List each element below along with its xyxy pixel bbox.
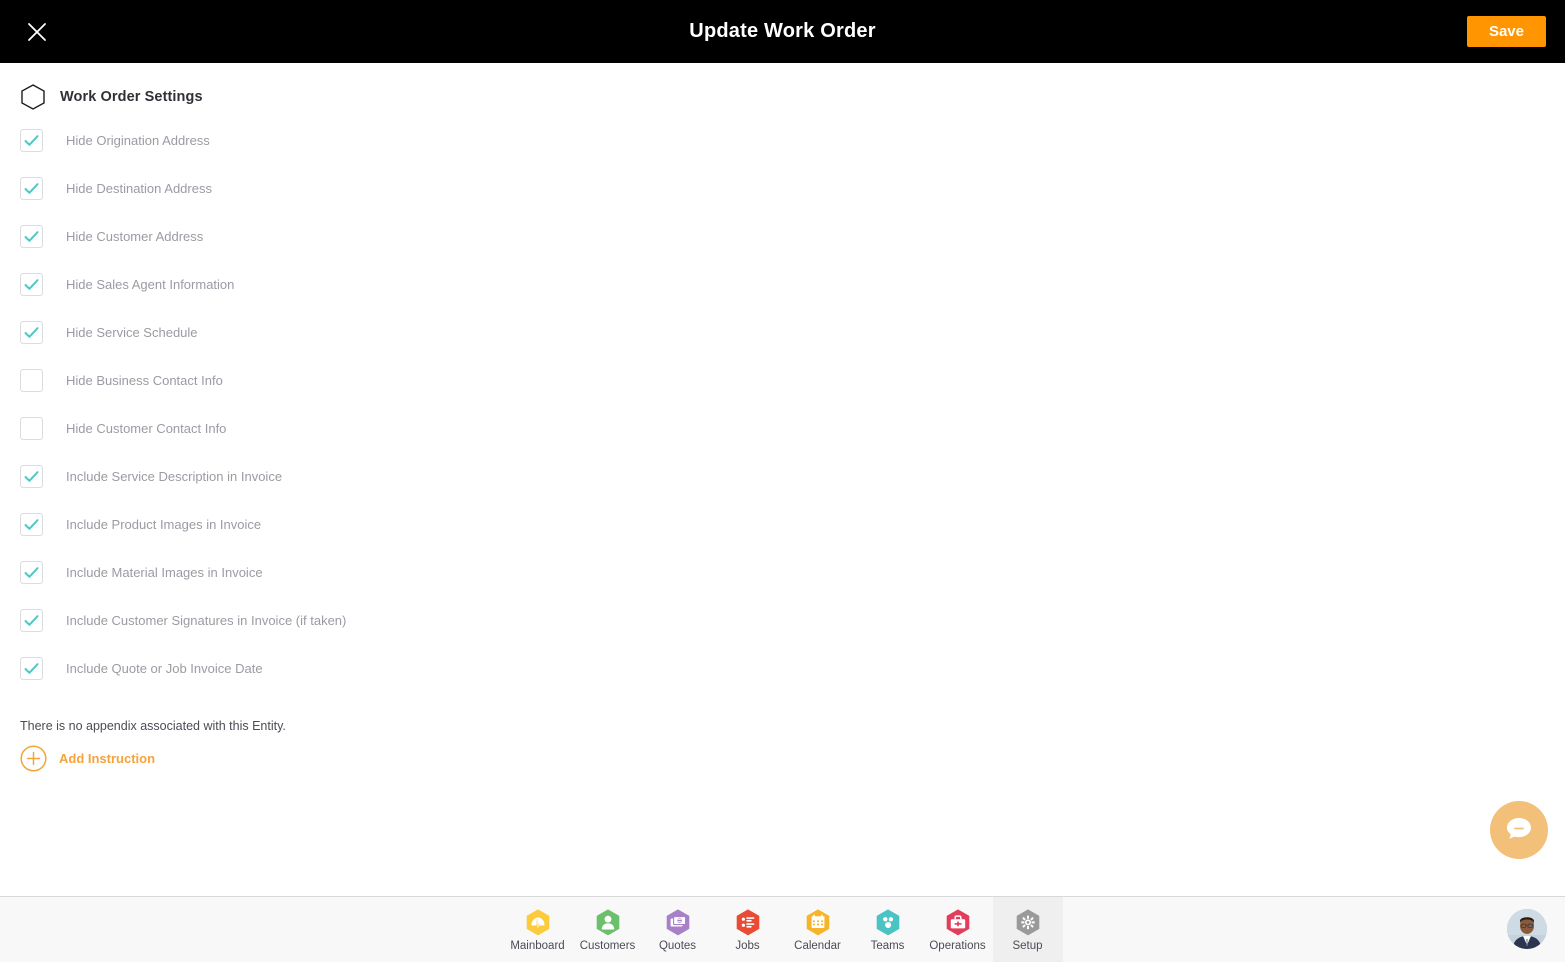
checkbox-checked[interactable] bbox=[20, 513, 43, 536]
checkbox-checked[interactable] bbox=[20, 657, 43, 680]
setting-label: Hide Origination Address bbox=[66, 133, 210, 148]
page-title: Update Work Order bbox=[689, 20, 876, 42]
gear-icon bbox=[1014, 908, 1042, 937]
settings-checkbox-list: Hide Origination Address Hide Destination… bbox=[20, 129, 720, 705]
setting-row[interactable]: Hide Customer Address bbox=[20, 225, 720, 248]
setting-row[interactable]: Include Quote or Job Invoice Date bbox=[20, 657, 720, 680]
setting-label: Hide Customer Address bbox=[66, 229, 204, 244]
appendix-note: There is no appendix associated with thi… bbox=[20, 719, 286, 733]
setting-label: Include Customer Signatures in Invoice (… bbox=[66, 613, 347, 628]
update-work-order-screen: Update Work Order Save Work Order Settin… bbox=[0, 0, 1565, 962]
checkbox-unchecked[interactable] bbox=[20, 369, 43, 392]
nav-item-label: Setup bbox=[1012, 939, 1043, 952]
setting-row[interactable]: Include Customer Signatures in Invoice (… bbox=[20, 609, 720, 632]
add-instruction-button[interactable]: Add Instruction bbox=[20, 745, 155, 772]
briefcase-icon bbox=[944, 908, 972, 937]
top-bar: Update Work Order Save bbox=[0, 0, 1565, 63]
money-icon bbox=[664, 908, 692, 937]
checkbox-checked[interactable] bbox=[20, 177, 43, 200]
nav-item-label: Teams bbox=[870, 939, 905, 952]
plus-circle-icon bbox=[20, 745, 47, 772]
setting-label: Hide Customer Contact Info bbox=[66, 421, 227, 436]
nav-item-jobs[interactable]: Jobs bbox=[713, 897, 783, 962]
setting-row[interactable]: Hide Customer Contact Info bbox=[20, 417, 720, 440]
setting-label: Hide Sales Agent Information bbox=[66, 277, 235, 292]
setting-label: Hide Destination Address bbox=[66, 181, 212, 196]
checkbox-checked[interactable] bbox=[20, 129, 43, 152]
nav-item-label: Calendar bbox=[794, 939, 841, 952]
setting-row[interactable]: Hide Destination Address bbox=[20, 177, 720, 200]
section-header: Work Order Settings bbox=[20, 83, 203, 111]
checkbox-unchecked[interactable] bbox=[20, 417, 43, 440]
list-icon bbox=[734, 908, 762, 937]
chat-widget-button[interactable] bbox=[1490, 801, 1548, 859]
nav-item-setup[interactable]: Setup bbox=[992, 897, 1063, 962]
bottom-navigation-bar: Mainboard Customers Quotes Jobs Calendar Team… bbox=[0, 896, 1565, 962]
setting-label: Include Quote or Job Invoice Date bbox=[66, 661, 263, 676]
setting-label: Hide Service Schedule bbox=[66, 325, 198, 340]
nav-item-label: Operations bbox=[929, 939, 986, 952]
setting-row[interactable]: Hide Origination Address bbox=[20, 129, 720, 152]
add-instruction-label: Add Instruction bbox=[59, 751, 156, 766]
nav-item-label: Jobs bbox=[735, 939, 760, 952]
setting-row[interactable]: Hide Service Schedule bbox=[20, 321, 720, 344]
checkbox-checked[interactable] bbox=[20, 225, 43, 248]
nav-item-calendar[interactable]: Calendar bbox=[783, 897, 853, 962]
dashboard-icon bbox=[524, 908, 552, 937]
section-title: Work Order Settings bbox=[60, 89, 203, 105]
setting-label: Hide Business Contact Info bbox=[66, 373, 223, 388]
hexagon-outline-icon bbox=[20, 83, 46, 111]
person-icon bbox=[594, 908, 622, 937]
nav-item-label: Mainboard bbox=[510, 939, 565, 952]
nav-item-label: Customers bbox=[579, 939, 636, 952]
nav-item-teams[interactable]: Teams bbox=[853, 897, 923, 962]
setting-row[interactable]: Hide Business Contact Info bbox=[20, 369, 720, 392]
checkbox-checked[interactable] bbox=[20, 465, 43, 488]
checkbox-checked[interactable] bbox=[20, 273, 43, 296]
nav-item-quotes[interactable]: Quotes bbox=[643, 897, 713, 962]
nav-item-operations[interactable]: Operations bbox=[923, 897, 993, 962]
save-button[interactable]: Save bbox=[1466, 16, 1546, 47]
setting-row[interactable]: Include Material Images in Invoice bbox=[20, 561, 720, 584]
checkbox-checked[interactable] bbox=[20, 561, 43, 584]
setting-label: Include Material Images in Invoice bbox=[66, 565, 263, 580]
setting-row[interactable]: Include Product Images in Invoice bbox=[20, 513, 720, 536]
setting-row[interactable]: Include Service Description in Invoice bbox=[20, 465, 720, 488]
checkbox-checked[interactable] bbox=[20, 321, 43, 344]
checkbox-checked[interactable] bbox=[20, 609, 43, 632]
nav-item-label: Quotes bbox=[658, 939, 697, 952]
setting-label: Include Service Description in Invoice bbox=[66, 469, 283, 484]
avatar[interactable] bbox=[1507, 909, 1547, 949]
calendar-icon bbox=[804, 908, 832, 937]
nav-item-customers[interactable]: Customers bbox=[573, 897, 643, 962]
chat-bubble-icon bbox=[1504, 813, 1534, 848]
nav-items: Mainboard Customers Quotes Jobs Calendar Team… bbox=[0, 897, 1565, 962]
settings-panel: Work Order Settings Hide Origination Add… bbox=[0, 63, 1565, 896]
nav-item-mainboard[interactable]: Mainboard bbox=[503, 897, 573, 962]
setting-row[interactable]: Hide Sales Agent Information bbox=[20, 273, 720, 296]
setting-label: Include Product Images in Invoice bbox=[66, 517, 262, 532]
people-icon bbox=[874, 908, 902, 937]
